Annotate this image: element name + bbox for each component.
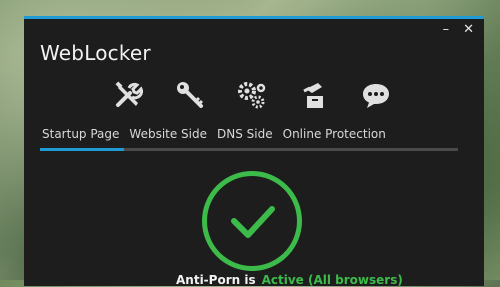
protection-status: Anti-Porn is Active (All browsers): [176, 273, 403, 287]
hand-ballot-icon[interactable]: [296, 77, 332, 113]
close-button[interactable]: ✕: [463, 23, 474, 37]
app-title: WebLocker: [40, 41, 151, 65]
status-label: Anti-Porn is: [176, 273, 256, 287]
app-window: – ✕ WebLocker Startup Page Website Side …: [24, 16, 484, 287]
icon-toolbar: [110, 77, 394, 113]
status-check-icon: [202, 171, 302, 271]
window-controls: – ✕: [443, 23, 474, 37]
gears-icon[interactable]: [234, 77, 270, 113]
tab-bar: Startup Page Website Side DNS Side Onlin…: [42, 127, 386, 141]
status-value: Active (All browsers): [261, 273, 403, 287]
tools-icon[interactable]: [110, 77, 146, 113]
key-icon[interactable]: [172, 77, 208, 113]
tab-startup-page[interactable]: Startup Page: [42, 127, 119, 141]
tab-dns-side[interactable]: DNS Side: [217, 127, 273, 141]
minimize-button[interactable]: –: [443, 23, 450, 37]
tab-selected-indicator: [40, 148, 124, 151]
tab-website-side[interactable]: Website Side: [129, 127, 207, 141]
tab-online-protection[interactable]: Online Protection: [283, 127, 386, 141]
chat-bubble-icon[interactable]: [358, 77, 394, 113]
